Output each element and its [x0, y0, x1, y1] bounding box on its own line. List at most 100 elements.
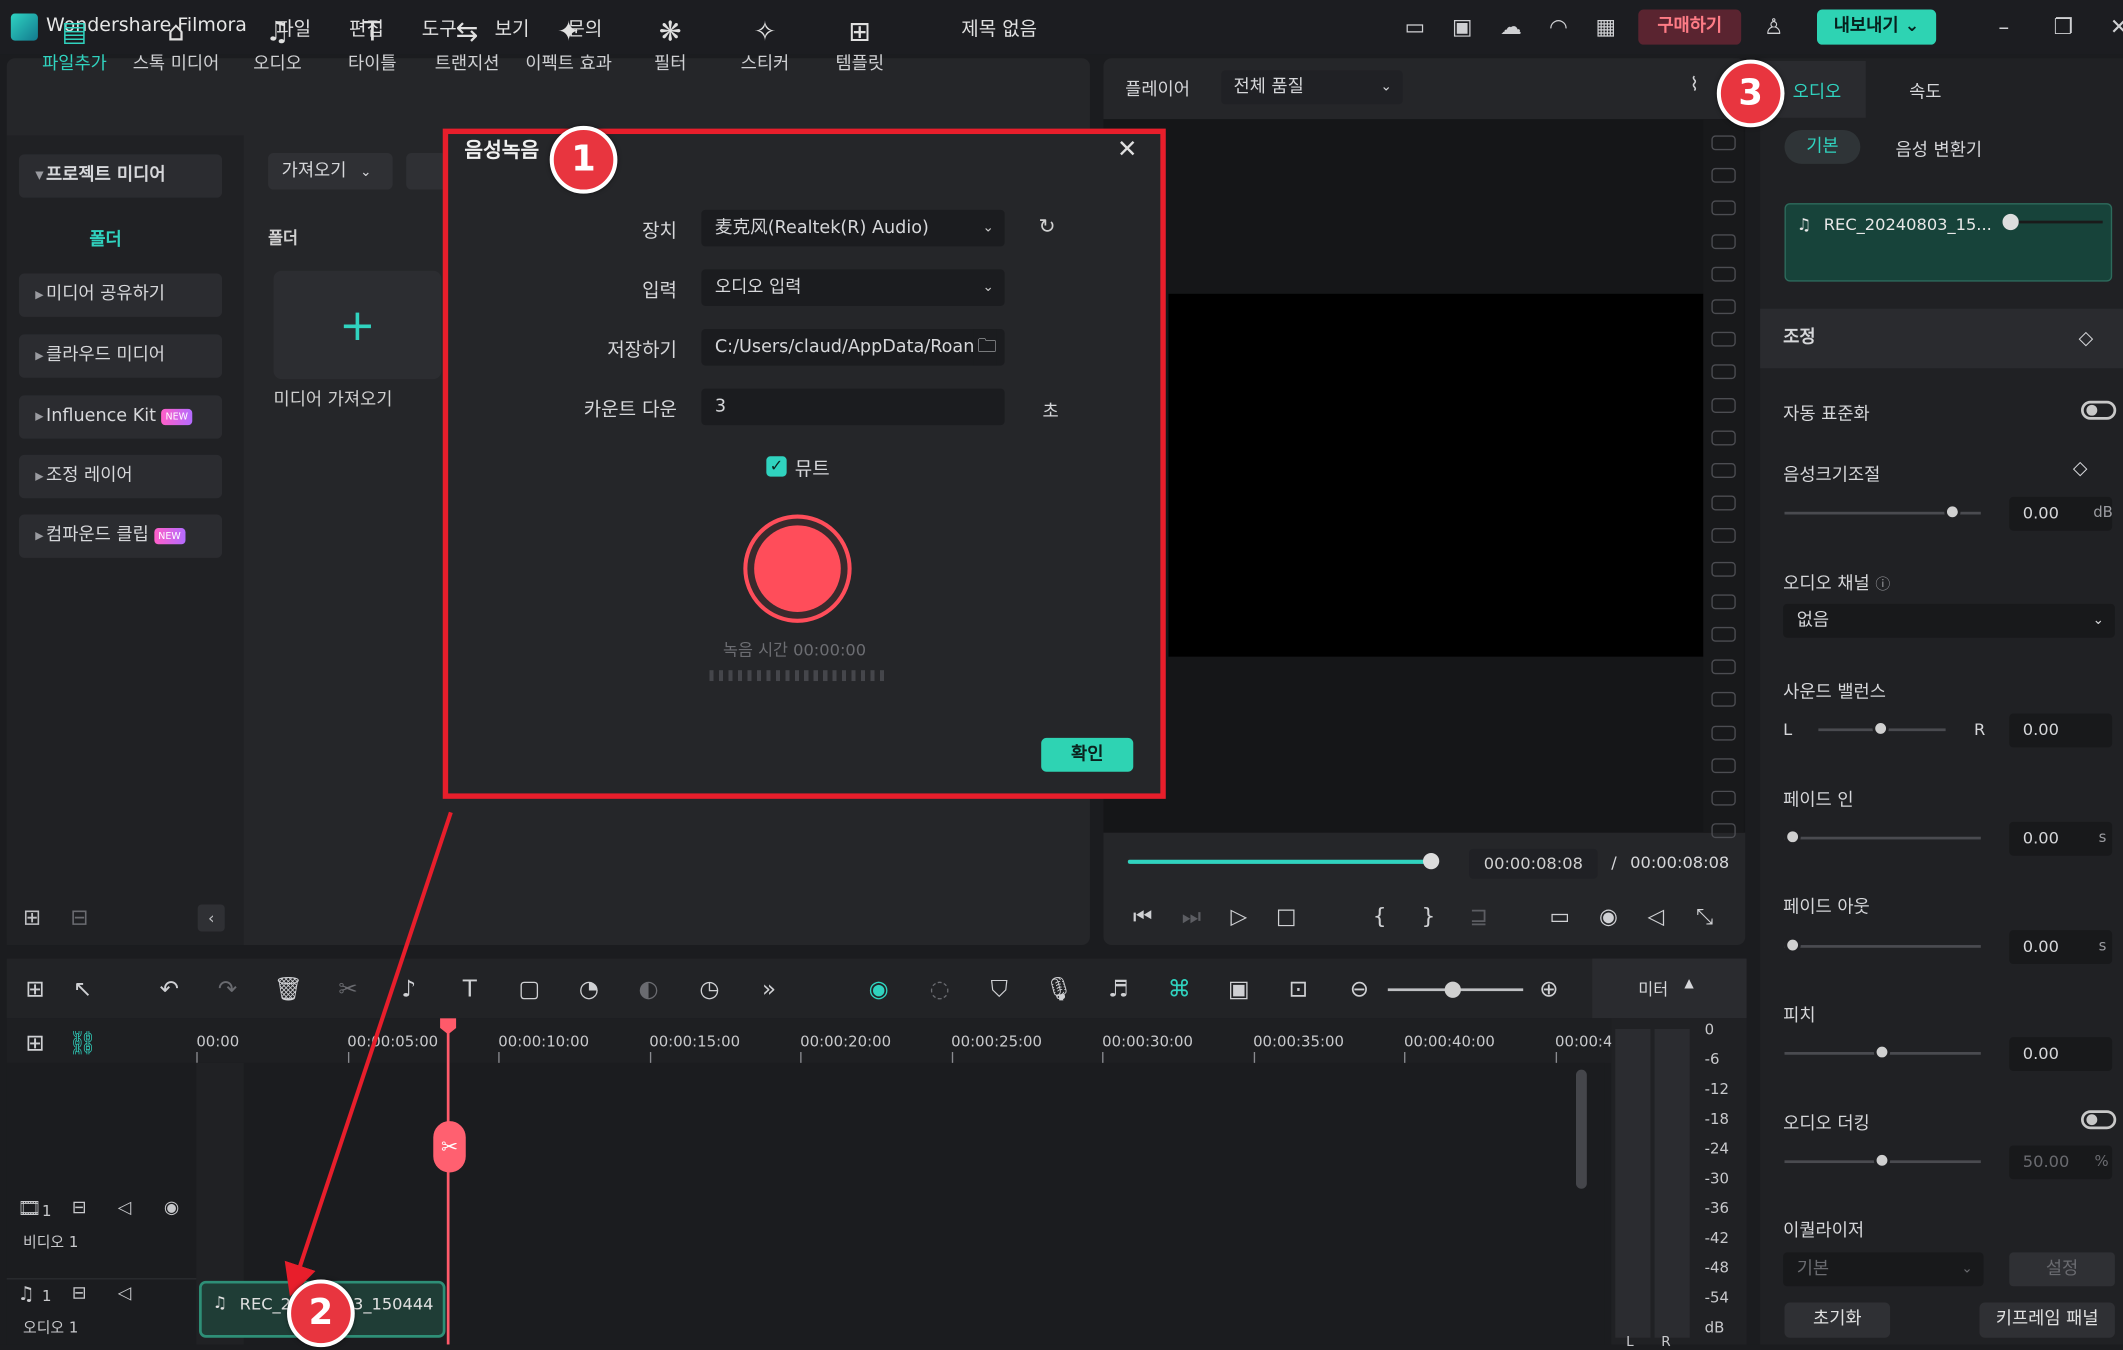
volume-slider-handle[interactable] [1944, 503, 1961, 520]
ducking-toggle[interactable] [2081, 1110, 2117, 1130]
headset-icon[interactable]: ◠ [1545, 14, 1572, 41]
new-folder-icon[interactable]: ⊞ [23, 904, 41, 930]
layout-grid-icon[interactable]: ⊞ [20, 975, 50, 1005]
meter-header[interactable]: 미터 ▲ [1592, 958, 1747, 1019]
quality-dropdown[interactable]: 전체 품질 ⌄ [1221, 70, 1403, 105]
folder-icon[interactable]: 🗀 [973, 329, 997, 366]
tool-transitions[interactable]: ⇆ 트랜지션 [420, 14, 515, 75]
restore-icon[interactable]: ❐ [2050, 14, 2077, 41]
save-path-field[interactable]: C:/Users/claud/AppData/Roan 🗀 [701, 329, 1005, 366]
speaker-icon[interactable]: ◁ [118, 1198, 132, 1218]
snapshot-icon[interactable]: ◉ [1595, 903, 1622, 930]
keyframe-diamond-icon[interactable]: ◇ [2079, 309, 2094, 369]
snap-icon[interactable]: ⌘ [1164, 975, 1194, 1005]
speaker-icon[interactable]: ◁ [118, 1284, 132, 1304]
layout-icon[interactable]: ▭ [1401, 14, 1428, 41]
tool-stock-media[interactable]: ⌂ 스톡 미디어 [129, 14, 224, 75]
sidebar-folder[interactable]: 폴더 [89, 225, 121, 250]
stop-icon[interactable]: □ [1273, 903, 1300, 930]
playhead[interactable] [446, 1022, 450, 1345]
device-dropdown[interactable]: 麦克风(Realtek(R) Audio) ⌄ [701, 209, 1005, 247]
sidebar-shared-media[interactable]: ▶ 미디어 공유하기 [18, 273, 223, 317]
add-track-icon[interactable]: ⊞ [20, 1029, 50, 1059]
record-dot-icon[interactable] [754, 525, 841, 612]
import-dropdown[interactable]: 가져오기 ⌄ [268, 152, 393, 190]
account-icon[interactable]: ♙ [1760, 14, 1787, 41]
zoom-out-icon[interactable]: ⊖ [1344, 975, 1374, 1005]
tool-titles[interactable]: T 타이틀 [325, 14, 420, 75]
fit-icon[interactable]: ⊡ [1284, 975, 1314, 1005]
speed-icon[interactable]: ◔ [574, 975, 604, 1005]
insert-icon[interactable]: ⊒ [1465, 903, 1492, 930]
section-adjust[interactable]: 조정 ◇ [1760, 308, 2123, 369]
audio-mix-icon[interactable]: ♬ [1103, 975, 1133, 1005]
ai-assistant-icon[interactable]: ◉ [864, 975, 894, 1005]
play-icon[interactable]: ▷ [1225, 903, 1252, 930]
pitch-value[interactable]: 0.00 [2009, 1037, 2113, 1071]
save-icon[interactable]: ▣ [1449, 14, 1476, 41]
input-dropdown[interactable]: 오디오 입력 ⌄ [701, 269, 1005, 306]
tool-audio[interactable]: ♫ 오디오 [230, 14, 325, 75]
lock-icon[interactable]: ⊟ [72, 1284, 87, 1304]
audio-channel-dropdown[interactable]: 없음 ⌄ [1783, 603, 2115, 638]
pitch-slider-handle[interactable] [1873, 1043, 1891, 1061]
clip-trim-handle[interactable] [2002, 213, 2019, 231]
record-menu-button[interactable] [406, 152, 447, 190]
close-window-icon[interactable]: ✕ [2105, 14, 2123, 41]
fade-out-slider-track[interactable] [1784, 945, 1981, 948]
waveform-icon[interactable]: ⌇ [1690, 74, 1699, 96]
lock-icon[interactable]: ⊟ [72, 1198, 87, 1218]
zoom-slider-handle[interactable] [1444, 981, 1461, 998]
help-icon[interactable]: ⓘ [1875, 575, 1890, 593]
fade-out-slider-handle[interactable] [1784, 936, 1801, 954]
equalizer-settings-button[interactable]: 설정 [2009, 1252, 2115, 1287]
fade-in-value[interactable]: 0.00 [2009, 821, 2113, 856]
seek-handle[interactable] [1423, 852, 1440, 870]
countdown-input[interactable]: 3 [701, 388, 1005, 426]
mark-out-icon[interactable]: } [1415, 903, 1442, 930]
redo-icon[interactable]: ↷ [213, 975, 243, 1005]
fullscreen-icon[interactable]: ⤡ [1691, 903, 1718, 930]
scissors-icon[interactable]: ✂ [333, 975, 363, 1005]
balance-value[interactable]: 0.00 [2009, 713, 2113, 748]
link-icon[interactable]: ⛓ [68, 1029, 98, 1059]
minimize-icon[interactable]: – [1990, 14, 2017, 41]
volume-icon[interactable]: ◁ [1642, 903, 1669, 930]
auto-normalize-toggle[interactable] [2081, 400, 2117, 420]
apps-grid-icon[interactable]: ▦ [1592, 14, 1619, 41]
marker-icon[interactable]: ⛉ [984, 975, 1014, 1005]
import-media-tile[interactable]: + [273, 270, 442, 380]
ok-button[interactable]: 확인 [1041, 737, 1134, 772]
delete-icon[interactable]: 🗑 [273, 975, 303, 1005]
display-icon[interactable]: ▭ [1546, 903, 1573, 930]
tool-effects[interactable]: ✦ 이펙트 효과 [521, 14, 616, 75]
next-frame-icon[interactable]: ⏭ [1178, 903, 1205, 930]
ducking-slider-handle[interactable] [1873, 1152, 1891, 1169]
more-icon[interactable]: » [754, 975, 784, 1005]
sidebar-influence-kit[interactable]: ▶ Influence Kit NEW [18, 395, 223, 439]
keyframe-panel-button[interactable]: 키프레임 패널 [1979, 1302, 2115, 1338]
fade-in-slider-handle[interactable] [1784, 828, 1801, 845]
eye-icon[interactable]: ◉ [164, 1198, 179, 1218]
color-icon[interactable]: ◐ [634, 975, 664, 1005]
undo-icon[interactable]: ↶ [154, 975, 184, 1005]
split-scissors-icon[interactable]: ✂ [433, 1121, 466, 1173]
audio-tool-icon[interactable]: ♪ [394, 975, 424, 1005]
balance-slider-handle[interactable] [1872, 720, 1889, 737]
text-tool-icon[interactable]: T [455, 975, 485, 1005]
auto-beat-icon[interactable]: ◌ [925, 975, 955, 1005]
sidebar-project-media[interactable]: ▼ 프로젝트 미디어 [18, 154, 223, 198]
delete-folder-icon[interactable]: ⊟ [70, 904, 88, 930]
mute-checkbox[interactable]: ✓ [766, 456, 787, 477]
prev-frame-icon[interactable]: ⏮ [1129, 903, 1156, 930]
fade-in-slider-track[interactable] [1784, 836, 1981, 840]
subtab-basic[interactable]: 기본 [1784, 129, 1861, 164]
tab-audio[interactable]: 오디오 [1793, 77, 1842, 103]
subtab-voice-changer[interactable]: 음성 변환기 [1896, 135, 1983, 161]
zoom-in-icon[interactable]: ⊕ [1534, 975, 1564, 1005]
timer-icon[interactable]: ◷ [695, 975, 725, 1005]
fade-out-value[interactable]: 0.00 [2009, 930, 2113, 965]
crop-icon[interactable]: ▢ [515, 975, 545, 1005]
tool-templates[interactable]: ⊞ 템플릿 [812, 14, 907, 75]
select-tool-icon[interactable]: ↖ [68, 975, 98, 1005]
